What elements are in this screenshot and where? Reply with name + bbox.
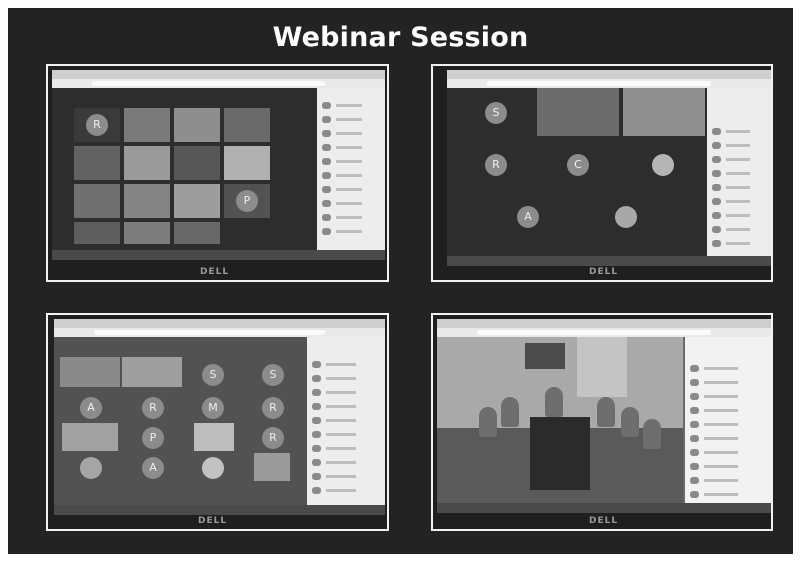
webinar-photo-1: R P DELL bbox=[46, 64, 389, 282]
participant-avatar: R bbox=[142, 397, 164, 419]
webinar-photo-3: S S A R M R P R A DELL bbox=[46, 313, 389, 531]
webinar-photo-4: DELL bbox=[431, 313, 773, 531]
participant-avatar: M bbox=[202, 397, 224, 419]
attendee bbox=[545, 387, 563, 417]
video-tile: P bbox=[224, 184, 270, 218]
video-tile bbox=[174, 222, 220, 244]
monitor-screen bbox=[437, 319, 771, 513]
participant-avatar: C bbox=[567, 154, 589, 176]
participant-avatar: S bbox=[202, 364, 224, 386]
video-tile bbox=[62, 423, 118, 451]
monitor-brand-logo: DELL bbox=[589, 267, 619, 277]
monitor-screen: S S A R M R P R A bbox=[54, 319, 385, 515]
participant-avatar: R bbox=[262, 427, 284, 449]
wall-display bbox=[525, 343, 565, 369]
video-tile bbox=[74, 184, 120, 218]
video-tile bbox=[124, 184, 170, 218]
participants-panel bbox=[707, 88, 771, 256]
video-tile bbox=[174, 146, 220, 180]
attendee bbox=[621, 407, 639, 437]
video-tile bbox=[537, 88, 619, 136]
monitor-brand-logo: DELL bbox=[589, 516, 619, 526]
attendee bbox=[501, 397, 519, 427]
participant-avatar: A bbox=[517, 206, 539, 228]
conference-table bbox=[530, 416, 590, 490]
video-tile bbox=[194, 423, 234, 451]
participant-avatar: R bbox=[485, 154, 507, 176]
window-curtain bbox=[577, 337, 627, 397]
participant-avatar bbox=[615, 206, 637, 228]
attendee bbox=[479, 407, 497, 437]
video-tile bbox=[60, 357, 120, 387]
monitor-screen: R P bbox=[52, 70, 385, 260]
video-tile: R bbox=[74, 108, 120, 142]
video-tile bbox=[224, 108, 270, 142]
video-tile bbox=[224, 146, 270, 180]
participant-avatar bbox=[202, 457, 224, 479]
participant-avatar: S bbox=[262, 364, 284, 386]
video-tile bbox=[122, 357, 182, 387]
participant-avatar: P bbox=[236, 190, 258, 212]
participants-panel bbox=[307, 337, 385, 505]
video-tile bbox=[74, 222, 120, 244]
participant-avatar bbox=[80, 457, 102, 479]
participant-avatar: A bbox=[142, 457, 164, 479]
video-tile bbox=[124, 146, 170, 180]
webinar-photo-2: S R C A DELL bbox=[431, 64, 773, 282]
monitor-brand-logo: DELL bbox=[198, 516, 228, 526]
video-tile bbox=[174, 184, 220, 218]
participant-avatar: S bbox=[485, 102, 507, 124]
participant-avatar: R bbox=[86, 114, 108, 136]
attendee bbox=[597, 397, 615, 427]
conference-room-video bbox=[437, 337, 683, 503]
participant-avatar: A bbox=[80, 397, 102, 419]
monitor-screen: S R C A bbox=[447, 70, 771, 266]
video-tile bbox=[623, 88, 705, 136]
video-tile bbox=[124, 108, 170, 142]
participant-avatar bbox=[652, 154, 674, 176]
participants-panel bbox=[685, 337, 771, 503]
monitor-brand-logo: DELL bbox=[200, 267, 230, 277]
participant-avatar: P bbox=[142, 427, 164, 449]
video-tile bbox=[74, 146, 120, 180]
participant-avatar: R bbox=[262, 397, 284, 419]
collage-title: Webinar Session bbox=[272, 22, 529, 53]
video-tile bbox=[174, 108, 220, 142]
participants-panel bbox=[317, 88, 385, 250]
attendee bbox=[643, 419, 661, 449]
video-tile bbox=[254, 453, 290, 481]
video-tile bbox=[124, 222, 170, 244]
